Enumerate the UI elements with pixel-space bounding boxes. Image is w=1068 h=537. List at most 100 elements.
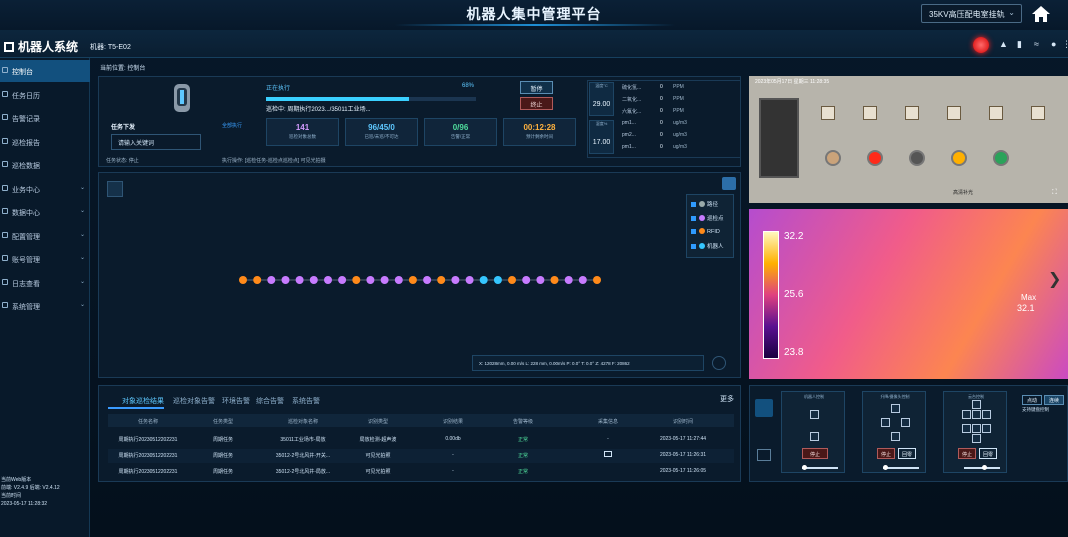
chevron-right-icon[interactable]: ❯ [1048, 269, 1061, 289]
station-select[interactable]: 35KV高压配电室挂轨 ⌄ [921, 4, 1022, 23]
patrol-point[interactable] [380, 276, 389, 284]
arrow-button[interactable] [901, 418, 910, 427]
patrol-point[interactable] [536, 276, 545, 284]
home-icon[interactable] [1030, 4, 1052, 24]
patrol-point[interactable] [366, 276, 375, 284]
sidebar-item[interactable]: 巡检数据 [0, 154, 90, 176]
sidebar-item[interactable]: 巡检报告 [0, 131, 90, 153]
reset-button[interactable]: 回零 [979, 448, 997, 459]
arrow-button[interactable] [962, 424, 971, 433]
sidebar-item[interactable]: 配置管理 ⌄ [0, 225, 90, 247]
robot-marker[interactable] [479, 276, 488, 284]
rfid-node[interactable] [408, 276, 417, 284]
arrow-button[interactable] [891, 404, 900, 413]
patrol-point[interactable] [451, 276, 460, 284]
arrow-button[interactable] [982, 424, 991, 433]
infrared-camera-view[interactable]: 32.2 25.6 23.8 Max 32.1 ❯ [749, 209, 1068, 379]
rfid-node[interactable] [352, 276, 361, 284]
sidebar-item[interactable]: 账号管理 ⌄ [0, 248, 90, 270]
arrow-button[interactable] [962, 410, 971, 419]
arrow-button[interactable] [972, 410, 981, 419]
locate-icon[interactable] [712, 356, 726, 370]
title-decoration [395, 24, 675, 26]
map-tool-icon[interactable] [107, 181, 123, 197]
sidebar-item-label: 配置管理 [12, 233, 40, 241]
patrol-point[interactable] [295, 276, 304, 284]
chevron-down-icon: ⌄ [80, 302, 86, 308]
expand-icon[interactable] [722, 177, 736, 190]
result-tab[interactable]: 系统告警 [292, 396, 320, 406]
legend-item[interactable]: 机器人 [691, 242, 735, 250]
robot-marker[interactable] [493, 276, 502, 284]
rfid-node[interactable] [253, 276, 262, 284]
arrow-button[interactable] [972, 424, 981, 433]
arrow-button[interactable] [891, 432, 900, 441]
stop-button[interactable]: 终止 [520, 97, 553, 110]
speed-slider[interactable] [883, 467, 919, 469]
ptz-stop-button[interactable]: 停止 [958, 448, 976, 459]
arrow-button[interactable] [810, 410, 819, 419]
rfid-node[interactable] [508, 276, 516, 284]
result-tab[interactable]: 环境告警 [222, 396, 250, 406]
patrol-point[interactable] [338, 276, 347, 284]
arrow-button[interactable] [972, 400, 981, 409]
temperature-scale [763, 231, 779, 359]
patrol-point[interactable] [309, 276, 318, 284]
table-row[interactable]: 周期执行20230512202231 周期任务 35012-2号北风井-开关... 可… [108, 449, 734, 463]
slider-knob[interactable] [982, 465, 987, 470]
menu-icon[interactable]: ⋮ [1062, 39, 1068, 50]
arrow-button[interactable] [810, 432, 819, 441]
legend-item[interactable]: 路径 [691, 200, 735, 208]
legend-item[interactable]: RFID [691, 228, 735, 235]
slider-knob[interactable] [883, 465, 888, 470]
sidebar-item[interactable]: 日志查看 ⌄ [0, 272, 90, 294]
sidebar-item[interactable]: 系统管理 ⌄ [0, 295, 90, 317]
fullscreen-icon[interactable]: ⛶ [1052, 189, 1057, 197]
alarm-light-icon[interactable] [973, 37, 989, 53]
speed-slider[interactable] [802, 467, 838, 469]
rfid-node[interactable] [593, 276, 601, 284]
sidebar-item[interactable]: 控制台 [0, 60, 90, 82]
rfid-node[interactable] [437, 276, 446, 284]
image-icon[interactable] [604, 451, 612, 457]
ptz-stop-button[interactable]: 停止 [877, 448, 895, 459]
arrow-button[interactable] [972, 434, 981, 443]
result-tab[interactable]: 综合告警 [256, 396, 284, 406]
patrol-point[interactable] [267, 276, 276, 284]
sidebar-item[interactable]: 数据中心 ⌄ [0, 201, 90, 223]
user-icon[interactable]: ● [1051, 39, 1056, 49]
rfid-node[interactable] [550, 276, 559, 284]
table-row[interactable]: 周期执行20230512202231 周期任务 35012-2号北风井-局放... 可… [108, 465, 734, 479]
patrol-point[interactable] [465, 276, 474, 284]
step-mode-button[interactable]: 点动 [1022, 395, 1042, 405]
version-numbers: 前端: V2.4.9 后端: V2.4.12 [1, 485, 60, 491]
slider-knob[interactable] [802, 465, 807, 470]
sidebar-item[interactable]: 任务日历 [0, 84, 90, 106]
control-mode-icon[interactable] [755, 399, 773, 417]
arrow-button[interactable] [881, 418, 890, 427]
table-row[interactable]: 周期执行20230512202231 周期任务 35011工业场市-局放 局放检测-超… [108, 433, 734, 447]
reset-button[interactable]: 回零 [898, 448, 916, 459]
execute-all-link[interactable]: 全部执行 [222, 122, 242, 129]
continuous-mode-button[interactable]: 连续 [1044, 395, 1064, 405]
result-tab[interactable]: 巡检对象告警 [173, 396, 215, 406]
visible-camera-view[interactable]: 2023年05月17日 星期三 11:28:35 高清补光 ⛶ [749, 76, 1068, 203]
patrol-point[interactable] [324, 276, 332, 284]
patrol-point[interactable] [578, 276, 587, 284]
patrol-point[interactable] [423, 276, 432, 284]
patrol-point[interactable] [281, 276, 290, 284]
legend-item[interactable]: 巡检点 [691, 214, 735, 222]
patrol-point[interactable] [394, 276, 403, 284]
keyword-input[interactable]: 请输入关键词 [111, 134, 201, 150]
arrow-button[interactable] [982, 410, 991, 419]
patrol-point[interactable] [522, 276, 531, 284]
result-tab[interactable]: 对象巡检结果 [122, 396, 164, 406]
ptz-stop-button[interactable]: 停止 [802, 448, 828, 459]
pause-button[interactable]: 暂停 [520, 81, 553, 94]
sidebar-item[interactable]: 业务中心 ⌄ [0, 178, 90, 200]
patrol-point[interactable] [564, 276, 573, 284]
more-link[interactable]: 更多 [720, 394, 734, 404]
sidebar-item[interactable]: 告警记录 [0, 107, 90, 129]
rfid-node[interactable] [239, 276, 247, 284]
monitor-icon[interactable] [757, 449, 771, 461]
